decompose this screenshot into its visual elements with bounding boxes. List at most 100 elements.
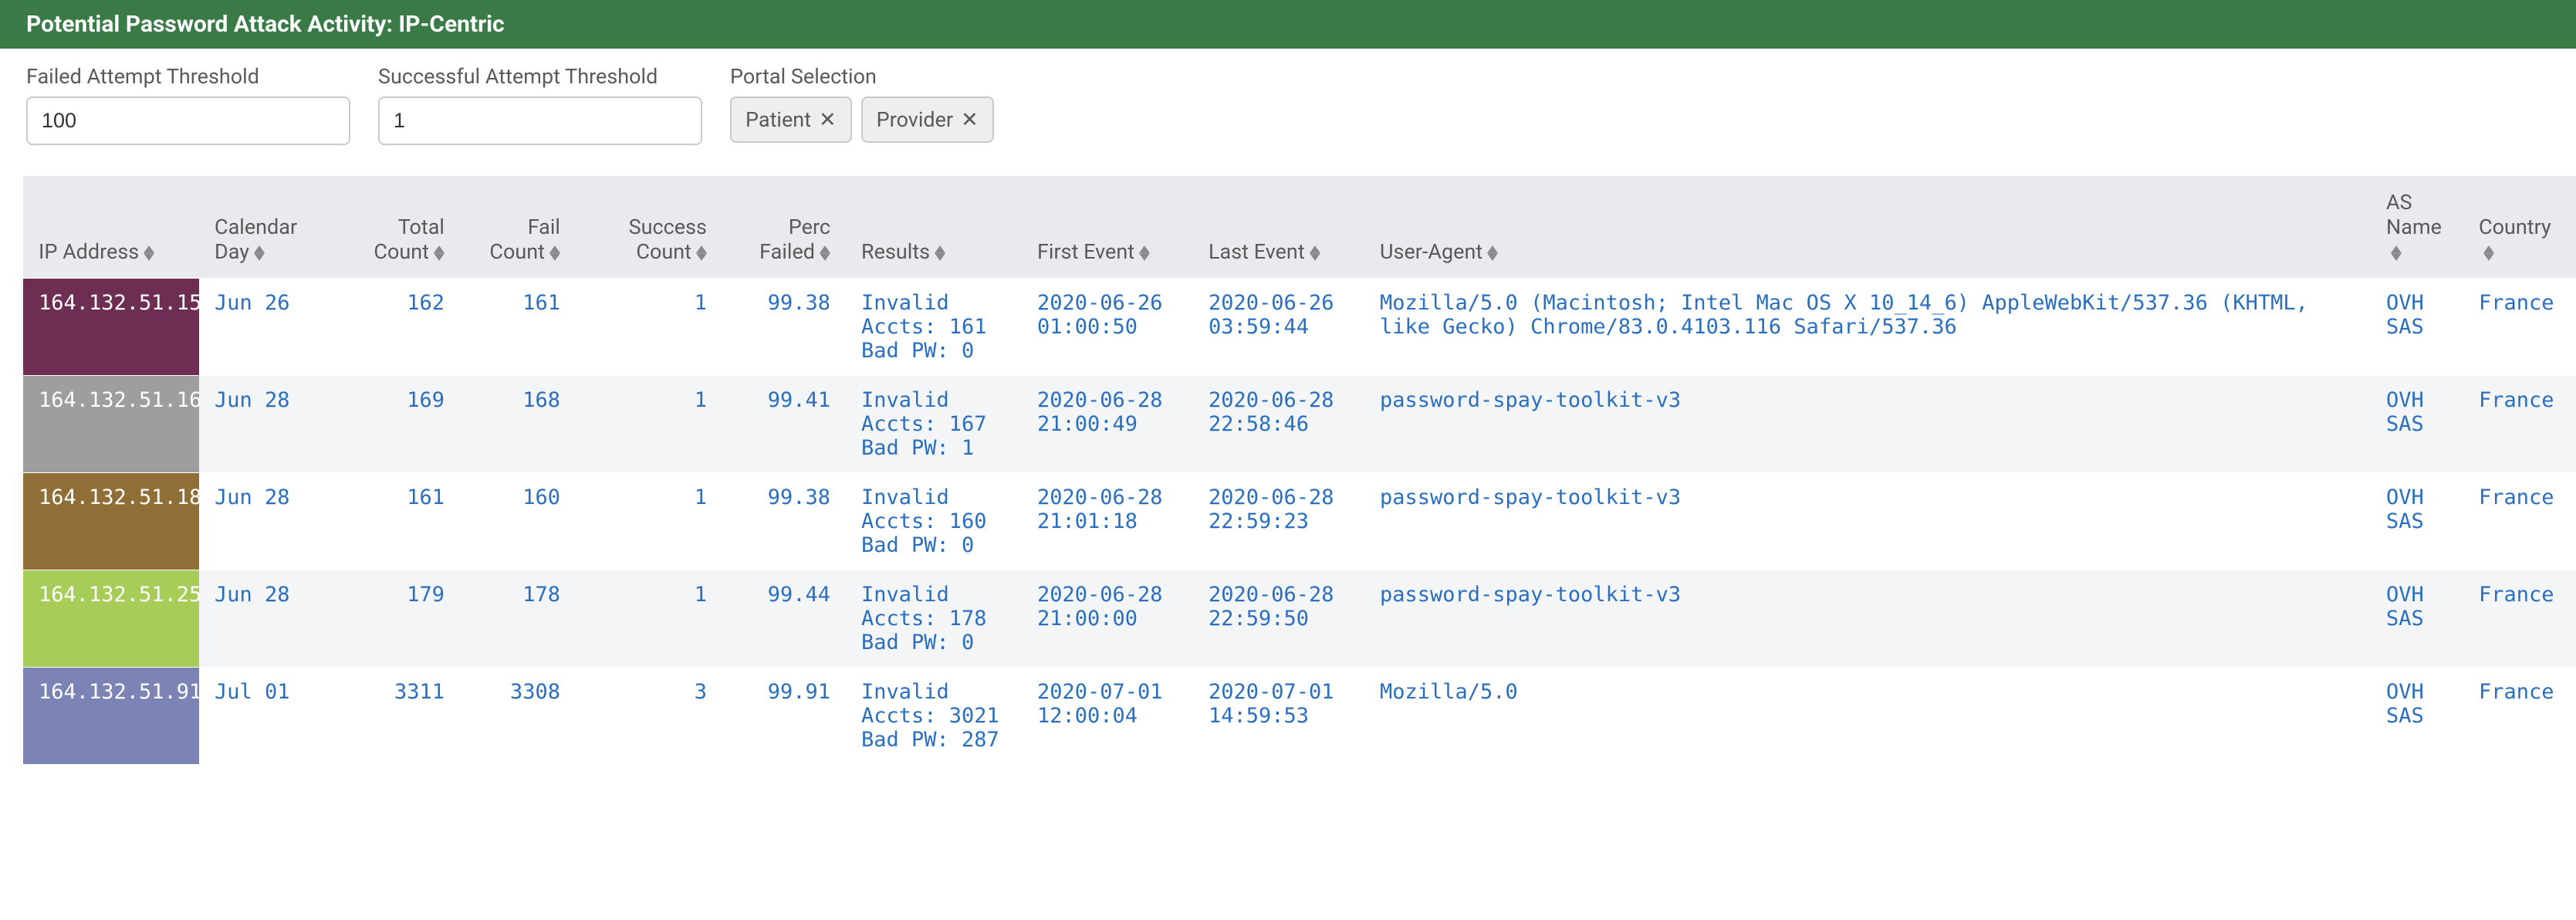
failed-threshold-label: Failed Attempt Threshold bbox=[26, 64, 350, 89]
cell-last[interactable]: 2020-06-28 22:58:46 bbox=[1193, 376, 1364, 473]
cell-as[interactable]: OVH SAS bbox=[2371, 376, 2463, 473]
success-threshold-input[interactable] bbox=[378, 96, 702, 145]
column-header-label: Last Event bbox=[1209, 239, 1305, 264]
cell-perc[interactable]: 99.44 bbox=[722, 570, 846, 668]
cell-ua[interactable]: Mozilla/5.0 bbox=[1364, 668, 2371, 765]
cell-fail[interactable]: 161 bbox=[460, 279, 576, 376]
sort-icon[interactable] bbox=[254, 245, 265, 261]
cell-total[interactable]: 3311 bbox=[329, 668, 460, 765]
sort-icon[interactable] bbox=[2391, 245, 2402, 261]
column-header-last[interactable]: Last Event bbox=[1193, 176, 1364, 279]
close-icon[interactable]: ✕ bbox=[961, 107, 979, 132]
cell-fail[interactable]: 160 bbox=[460, 473, 576, 570]
column-header-total[interactable]: Total Count bbox=[329, 176, 460, 279]
cell-fail[interactable]: 178 bbox=[460, 570, 576, 668]
cell-total[interactable]: 162 bbox=[329, 279, 460, 376]
cell-ip[interactable]: 164.132.51.18 bbox=[23, 473, 199, 570]
cell-ctry[interactable]: France bbox=[2463, 279, 2576, 376]
cell-day[interactable]: Jun 28 bbox=[199, 570, 329, 668]
filter-bar: Failed Attempt Threshold Successful Atte… bbox=[0, 49, 2576, 176]
table-row[interactable]: 164.132.51.18Jun 28161160199.38Invalid A… bbox=[23, 473, 2576, 570]
column-header-first[interactable]: First Event bbox=[1022, 176, 1193, 279]
cell-perc[interactable]: 99.38 bbox=[722, 473, 846, 570]
cell-total[interactable]: 161 bbox=[329, 473, 460, 570]
cell-succ[interactable]: 1 bbox=[576, 473, 722, 570]
sort-icon[interactable] bbox=[696, 245, 707, 261]
sort-icon[interactable] bbox=[144, 245, 154, 261]
cell-first[interactable]: 2020-07-01 12:00:04 bbox=[1022, 668, 1193, 765]
cell-ua[interactable]: Mozilla/5.0 (Macintosh; Intel Mac OS X 1… bbox=[1364, 279, 2371, 376]
sort-icon[interactable] bbox=[820, 245, 830, 261]
cell-succ[interactable]: 3 bbox=[576, 668, 722, 765]
cell-res[interactable]: Invalid Accts: 161 Bad PW: 0 bbox=[846, 279, 1022, 376]
column-header-fail[interactable]: Fail Count bbox=[460, 176, 576, 279]
sort-icon[interactable] bbox=[2483, 245, 2494, 261]
cell-first[interactable]: 2020-06-26 01:00:50 bbox=[1022, 279, 1193, 376]
cell-ip[interactable]: 164.132.51.16 bbox=[23, 376, 199, 473]
cell-day[interactable]: Jun 26 bbox=[199, 279, 329, 376]
failed-threshold-input[interactable] bbox=[26, 96, 350, 145]
cell-ua[interactable]: password-spay-toolkit-v3 bbox=[1364, 376, 2371, 473]
column-header-res[interactable]: Results bbox=[846, 176, 1022, 279]
column-header-label: Results bbox=[861, 239, 930, 264]
cell-ua[interactable]: password-spay-toolkit-v3 bbox=[1364, 473, 2371, 570]
column-header-perc[interactable]: Perc Failed bbox=[722, 176, 846, 279]
sort-icon[interactable] bbox=[549, 245, 560, 261]
column-header-label: Country bbox=[2479, 215, 2551, 239]
cell-perc[interactable]: 99.41 bbox=[722, 376, 846, 473]
cell-last[interactable]: 2020-06-28 22:59:23 bbox=[1193, 473, 1364, 570]
cell-ctry[interactable]: France bbox=[2463, 376, 2576, 473]
column-header-succ[interactable]: Success Count bbox=[576, 176, 722, 279]
cell-ctry[interactable]: France bbox=[2463, 473, 2576, 570]
cell-last[interactable]: 2020-06-26 03:59:44 bbox=[1193, 279, 1364, 376]
table-row[interactable]: 164.132.51.25Jun 28179178199.44Invalid A… bbox=[23, 570, 2576, 668]
sort-icon[interactable] bbox=[434, 245, 445, 261]
cell-day[interactable]: Jul 01 bbox=[199, 668, 329, 765]
cell-as[interactable]: OVH SAS bbox=[2371, 668, 2463, 765]
close-icon[interactable]: ✕ bbox=[819, 107, 837, 132]
cell-succ[interactable]: 1 bbox=[576, 570, 722, 668]
table-row[interactable]: 164.132.51.16Jun 28169168199.41Invalid A… bbox=[23, 376, 2576, 473]
column-header-ip[interactable]: IP Address bbox=[23, 176, 199, 279]
cell-ctry[interactable]: France bbox=[2463, 570, 2576, 668]
cell-first[interactable]: 2020-06-28 21:00:00 bbox=[1022, 570, 1193, 668]
sort-icon[interactable] bbox=[935, 245, 945, 261]
cell-ctry[interactable]: France bbox=[2463, 668, 2576, 765]
sort-icon[interactable] bbox=[1139, 245, 1150, 261]
cell-as[interactable]: OVH SAS bbox=[2371, 473, 2463, 570]
cell-fail[interactable]: 3308 bbox=[460, 668, 576, 765]
cell-as[interactable]: OVH SAS bbox=[2371, 279, 2463, 376]
cell-ip[interactable]: 164.132.51.91 bbox=[23, 668, 199, 765]
cell-perc[interactable]: 99.38 bbox=[722, 279, 846, 376]
table-row[interactable]: 164.132.51.91Jul 0133113308399.91Invalid… bbox=[23, 668, 2576, 765]
cell-res[interactable]: Invalid Accts: 178 Bad PW: 0 bbox=[846, 570, 1022, 668]
sort-icon[interactable] bbox=[1310, 245, 1320, 261]
cell-res[interactable]: Invalid Accts: 3021 Bad PW: 287 bbox=[846, 668, 1022, 765]
cell-fail[interactable]: 168 bbox=[460, 376, 576, 473]
cell-first[interactable]: 2020-06-28 21:00:49 bbox=[1022, 376, 1193, 473]
cell-total[interactable]: 169 bbox=[329, 376, 460, 473]
cell-last[interactable]: 2020-06-28 22:59:50 bbox=[1193, 570, 1364, 668]
column-header-ctry[interactable]: Country bbox=[2463, 176, 2576, 279]
cell-succ[interactable]: 1 bbox=[576, 376, 722, 473]
portal-chip[interactable]: Provider✕ bbox=[861, 96, 994, 143]
cell-res[interactable]: Invalid Accts: 167 Bad PW: 1 bbox=[846, 376, 1022, 473]
sort-icon[interactable] bbox=[1487, 245, 1498, 261]
column-header-day[interactable]: Calendar Day bbox=[199, 176, 329, 279]
table-row[interactable]: 164.132.51.15Jun 26162161199.38Invalid A… bbox=[23, 279, 2576, 376]
cell-ip[interactable]: 164.132.51.15 bbox=[23, 279, 199, 376]
cell-day[interactable]: Jun 28 bbox=[199, 376, 329, 473]
column-header-as[interactable]: AS Name bbox=[2371, 176, 2463, 279]
cell-perc[interactable]: 99.91 bbox=[722, 668, 846, 765]
column-header-ua[interactable]: User-Agent bbox=[1364, 176, 2371, 279]
cell-day[interactable]: Jun 28 bbox=[199, 473, 329, 570]
cell-as[interactable]: OVH SAS bbox=[2371, 570, 2463, 668]
cell-first[interactable]: 2020-06-28 21:01:18 bbox=[1022, 473, 1193, 570]
cell-last[interactable]: 2020-07-01 14:59:53 bbox=[1193, 668, 1364, 765]
cell-ip[interactable]: 164.132.51.25 bbox=[23, 570, 199, 668]
cell-succ[interactable]: 1 bbox=[576, 279, 722, 376]
portal-chip[interactable]: Patient✕ bbox=[730, 96, 852, 143]
cell-ua[interactable]: password-spay-toolkit-v3 bbox=[1364, 570, 2371, 668]
cell-total[interactable]: 179 bbox=[329, 570, 460, 668]
cell-res[interactable]: Invalid Accts: 160 Bad PW: 0 bbox=[846, 473, 1022, 570]
